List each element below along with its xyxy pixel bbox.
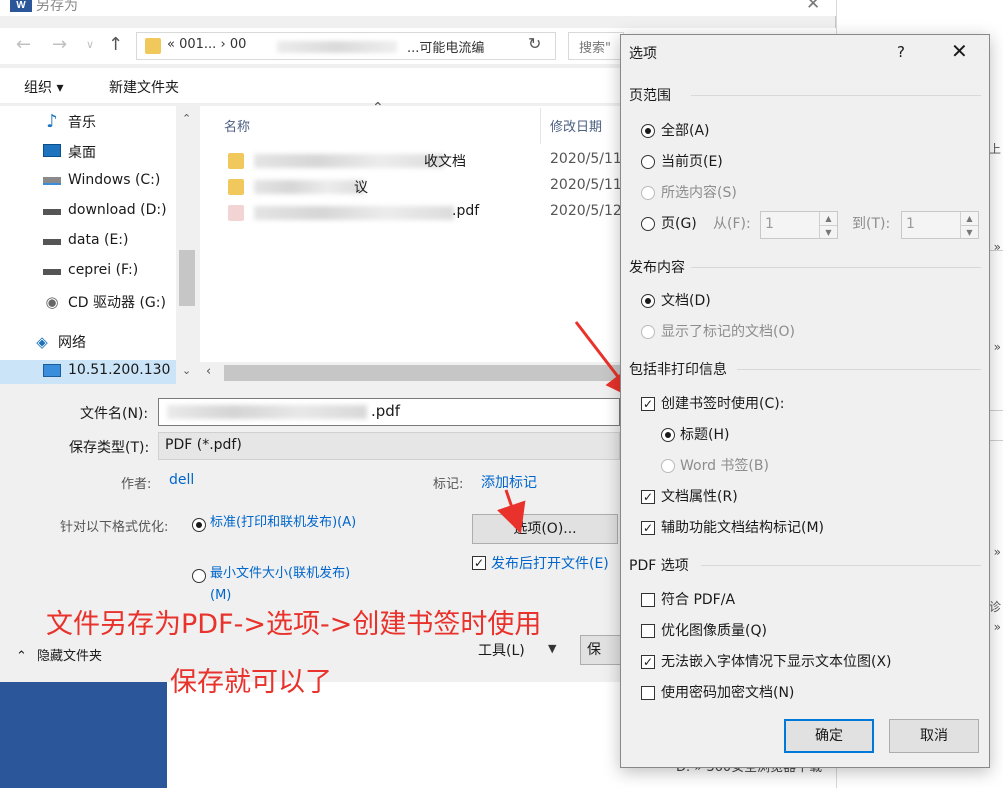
range-pages-radio[interactable] bbox=[641, 217, 655, 231]
options-title: 选项 bbox=[629, 46, 657, 62]
cancel-button[interactable]: 取消 bbox=[889, 719, 979, 753]
pdfa-checkbox[interactable] bbox=[641, 593, 655, 607]
range-pages-label[interactable]: 页(G) bbox=[661, 213, 697, 233]
structure-tags-label[interactable]: 辅助功能文档结构标记(M) bbox=[661, 517, 824, 537]
section-divider bbox=[701, 565, 981, 566]
create-bookmarks-checkbox[interactable]: ✓ bbox=[641, 397, 655, 411]
section-divider bbox=[691, 95, 981, 96]
create-bookmarks-label[interactable]: 创建书签时使用(C): bbox=[661, 393, 784, 413]
range-current-label[interactable]: 当前页(E) bbox=[661, 151, 723, 171]
encrypt-label[interactable]: 使用密码加密文档(N) bbox=[661, 682, 794, 702]
stepper-up-icon: ▲ bbox=[960, 212, 978, 225]
publish-document-radio[interactable] bbox=[641, 294, 655, 308]
range-current-radio[interactable] bbox=[641, 155, 655, 169]
section-divider bbox=[691, 267, 981, 268]
optimize-images-label[interactable]: 优化图像质量(Q) bbox=[661, 620, 767, 640]
section-divider bbox=[737, 369, 981, 370]
optimize-images-checkbox[interactable] bbox=[641, 624, 655, 638]
bookmark-word-radio bbox=[661, 459, 675, 473]
structure-tags-checkbox[interactable]: ✓ bbox=[641, 521, 655, 535]
bitmap-text-label[interactable]: 无法嵌入字体情况下显示文本位图(X) bbox=[661, 651, 892, 671]
range-selection-radio bbox=[641, 186, 655, 200]
publish-document-label[interactable]: 文档(D) bbox=[661, 290, 711, 310]
publish-markup-label: 显示了标记的文档(O) bbox=[661, 324, 795, 340]
document-properties-label[interactable]: 文档属性(R) bbox=[661, 486, 738, 506]
bookmark-headings-radio[interactable] bbox=[661, 428, 675, 442]
document-properties-checkbox[interactable]: ✓ bbox=[641, 490, 655, 504]
publish-heading: 发布内容 bbox=[629, 260, 685, 276]
stepper-up-icon: ▲ bbox=[819, 212, 837, 225]
arrow-to-options-button bbox=[497, 489, 526, 534]
pdf-options-heading: PDF 选项 bbox=[629, 558, 689, 574]
from-page-value: 1 bbox=[765, 216, 774, 232]
range-selection-label: 所选内容(S) bbox=[661, 185, 737, 201]
bookmark-word-label: Word 书签(B) bbox=[680, 458, 769, 474]
pdfa-label[interactable]: 符合 PDF/A bbox=[661, 589, 735, 609]
options-dialog: 选项 ? ✕ 页范围 全部(A) 当前页(E) 所选内容(S) 页(G) 从(F… bbox=[620, 34, 990, 768]
bitmap-text-checkbox[interactable]: ✓ bbox=[641, 655, 655, 669]
stepper-down-icon: ▼ bbox=[960, 225, 978, 238]
nonprint-heading: 包括非打印信息 bbox=[629, 362, 727, 378]
range-all-label[interactable]: 全部(A) bbox=[661, 120, 710, 140]
publish-markup-radio bbox=[641, 325, 655, 339]
encrypt-checkbox[interactable] bbox=[641, 686, 655, 700]
bookmark-headings-label[interactable]: 标题(H) bbox=[680, 424, 729, 444]
to-label: 到(T): bbox=[852, 216, 891, 232]
from-label: 从(F): bbox=[713, 216, 751, 232]
close-icon[interactable]: ✕ bbox=[951, 39, 968, 63]
ok-button[interactable]: 确定 bbox=[784, 719, 874, 753]
stepper-down-icon: ▼ bbox=[819, 225, 837, 238]
range-all-radio[interactable] bbox=[641, 124, 655, 138]
to-page-value: 1 bbox=[906, 216, 915, 232]
page-range-heading: 页范围 bbox=[629, 88, 671, 104]
from-page-stepper: 1 ▲ ▼ bbox=[760, 211, 838, 239]
to-page-stepper: 1 ▲ ▼ bbox=[901, 211, 979, 239]
help-icon[interactable]: ? bbox=[897, 43, 905, 61]
